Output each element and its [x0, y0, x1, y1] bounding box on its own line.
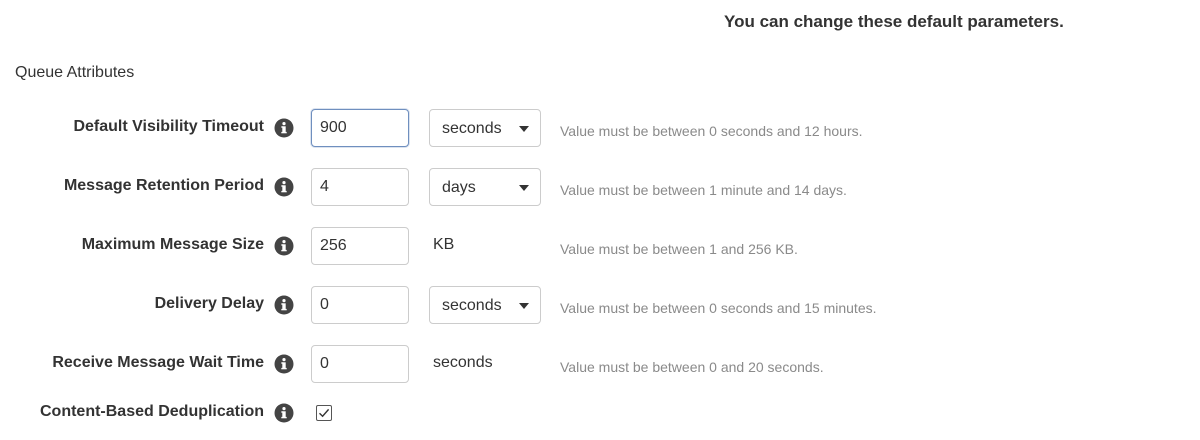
- retention-period-unit-select[interactable]: days: [429, 168, 541, 206]
- max-message-size-input[interactable]: [311, 227, 409, 265]
- caret-down-icon: [519, 185, 529, 191]
- info-circle-icon[interactable]: [274, 295, 294, 315]
- delivery-delay-unit-value: seconds: [442, 297, 502, 314]
- visibility-timeout-row: Default Visibility Timeout seconds Value…: [0, 109, 1200, 147]
- caret-down-icon: [519, 303, 529, 309]
- info-circle-icon[interactable]: [274, 236, 294, 256]
- retention-period-unit-value: days: [442, 179, 476, 196]
- visibility-timeout-help: Value must be between 0 seconds and 12 h…: [560, 123, 863, 139]
- receive-wait-time-label: Receive Message Wait Time: [52, 354, 264, 371]
- visibility-timeout-unit-select[interactable]: seconds: [429, 109, 541, 147]
- receive-wait-time-help: Value must be between 0 and 20 seconds.: [560, 359, 824, 375]
- content-dedup-label: Content-Based Deduplication: [39, 403, 264, 420]
- visibility-timeout-label: Default Visibility Timeout: [73, 118, 264, 135]
- visibility-timeout-input[interactable]: [311, 109, 409, 147]
- caret-down-icon: [519, 126, 529, 132]
- content-dedup-checkbox[interactable]: [316, 405, 332, 421]
- visibility-timeout-unit-value: seconds: [442, 120, 502, 137]
- retention-period-help: Value must be between 1 minute and 14 da…: [560, 182, 847, 198]
- receive-wait-time-row: Receive Message Wait Time seconds Value …: [0, 345, 1200, 383]
- info-circle-icon[interactable]: [274, 118, 294, 138]
- checkmark-icon: [319, 408, 330, 418]
- delivery-delay-help: Value must be between 0 seconds and 15 m…: [560, 300, 877, 316]
- delivery-delay-label: Delivery Delay: [154, 295, 264, 312]
- max-message-size-label: Maximum Message Size: [81, 236, 264, 253]
- section-title: Queue Attributes: [15, 64, 135, 81]
- content-dedup-row: Content-Based Deduplication: [0, 394, 1200, 432]
- max-message-size-unit: KB: [433, 236, 455, 253]
- delivery-delay-unit-select[interactable]: seconds: [429, 286, 541, 324]
- info-circle-icon[interactable]: [274, 403, 294, 423]
- header-note: You can change these default parameters.: [724, 12, 1064, 31]
- retention-period-row: Message Retention Period days Value must…: [0, 168, 1200, 206]
- retention-period-input[interactable]: [311, 168, 409, 206]
- max-message-size-row: Maximum Message Size KB Value must be be…: [0, 227, 1200, 265]
- delivery-delay-input[interactable]: [311, 286, 409, 324]
- receive-wait-time-input[interactable]: [311, 345, 409, 383]
- delivery-delay-row: Delivery Delay seconds Value must be bet…: [0, 286, 1200, 324]
- retention-period-label: Message Retention Period: [63, 177, 264, 194]
- info-circle-icon[interactable]: [274, 354, 294, 374]
- info-circle-icon[interactable]: [274, 177, 294, 197]
- max-message-size-help: Value must be between 1 and 256 KB.: [560, 241, 798, 257]
- receive-wait-time-unit: seconds: [433, 354, 493, 371]
